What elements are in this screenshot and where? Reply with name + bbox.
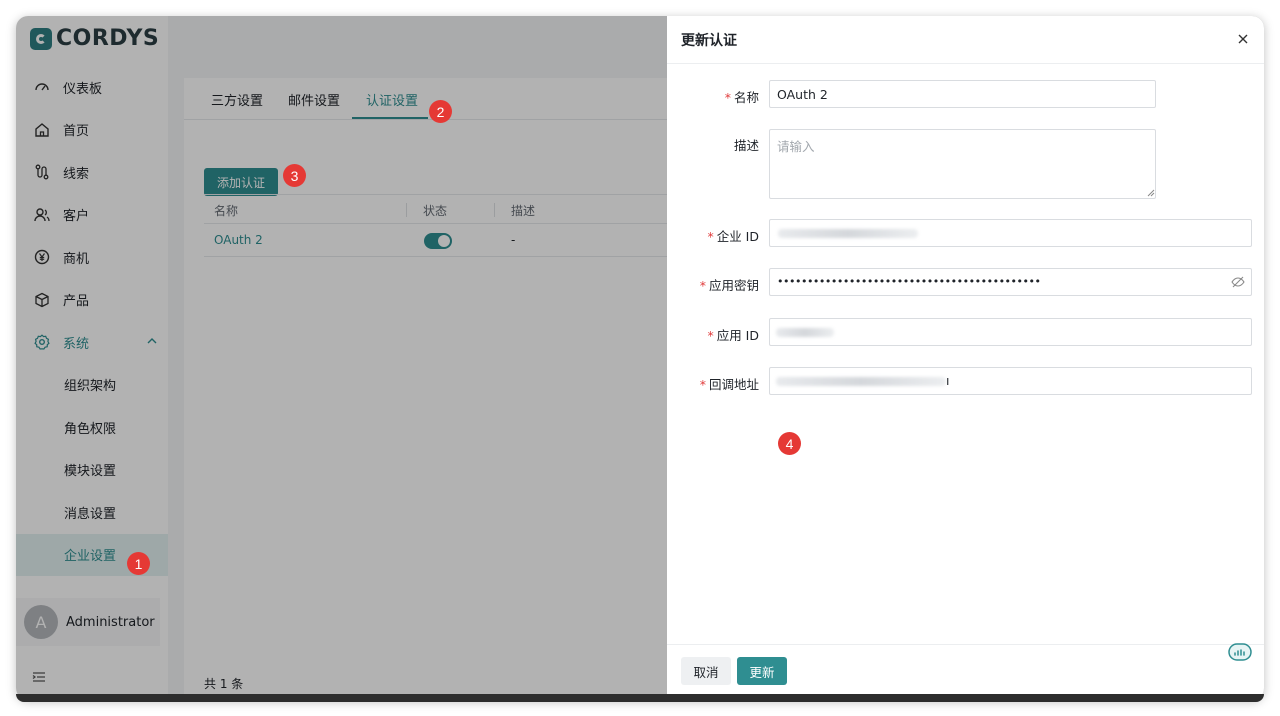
name-label: * 名称 [724,90,759,105]
drawer-header: 更新认证 [667,16,1264,64]
redacted-value [776,328,834,337]
update-button[interactable]: 更新 [737,657,787,685]
callback-label: * 回调地址 [699,377,759,392]
annotation-badge: 3 [283,164,306,187]
drawer-footer: 取消 更新 [667,644,1264,700]
redacted-value [776,377,946,386]
desc-textarea[interactable]: 请输入 [769,129,1156,199]
callback-tail: ı [946,373,950,388]
redacted-value [778,229,918,238]
app-id-label: * 应用 ID [707,328,759,343]
corp-id-input[interactable] [769,219,1252,247]
desc-label: 描述 [733,138,759,153]
secret-label: * 应用密钥 [699,278,759,293]
window-bottom-edge [16,694,1264,702]
eye-off-icon[interactable] [1231,275,1245,292]
update-auth-drawer: 更新认证 * 名称 OAuth 2 描述 请输入 * 企业 ID * 应用密钥 •••… [667,16,1264,700]
close-icon[interactable] [1234,30,1252,48]
annotation-badge: 2 [429,100,452,123]
resize-handle-icon[interactable] [1147,189,1155,197]
name-input[interactable]: OAuth 2 [769,80,1156,108]
drawer-title: 更新认证 [681,33,737,49]
secret-input[interactable]: ••••••••••••••••••••••••••••••••••••••••… [769,268,1252,296]
annotation-badge: 1 [127,552,150,575]
corp-id-label: * 企业 ID [707,229,759,244]
app-window: CORDYS 仪表板 首页 线索 客户 商机 产品 系统 组织架构 角色权限 模… [16,16,1264,700]
assistant-bot-icon[interactable] [1227,641,1253,663]
callback-input[interactable]: ı [769,367,1252,395]
annotation-badge: 4 [778,432,801,455]
secret-value: ••••••••••••••••••••••••••••••••••••••••… [777,275,1041,288]
cancel-button[interactable]: 取消 [681,657,731,685]
app-id-input[interactable] [769,318,1252,346]
